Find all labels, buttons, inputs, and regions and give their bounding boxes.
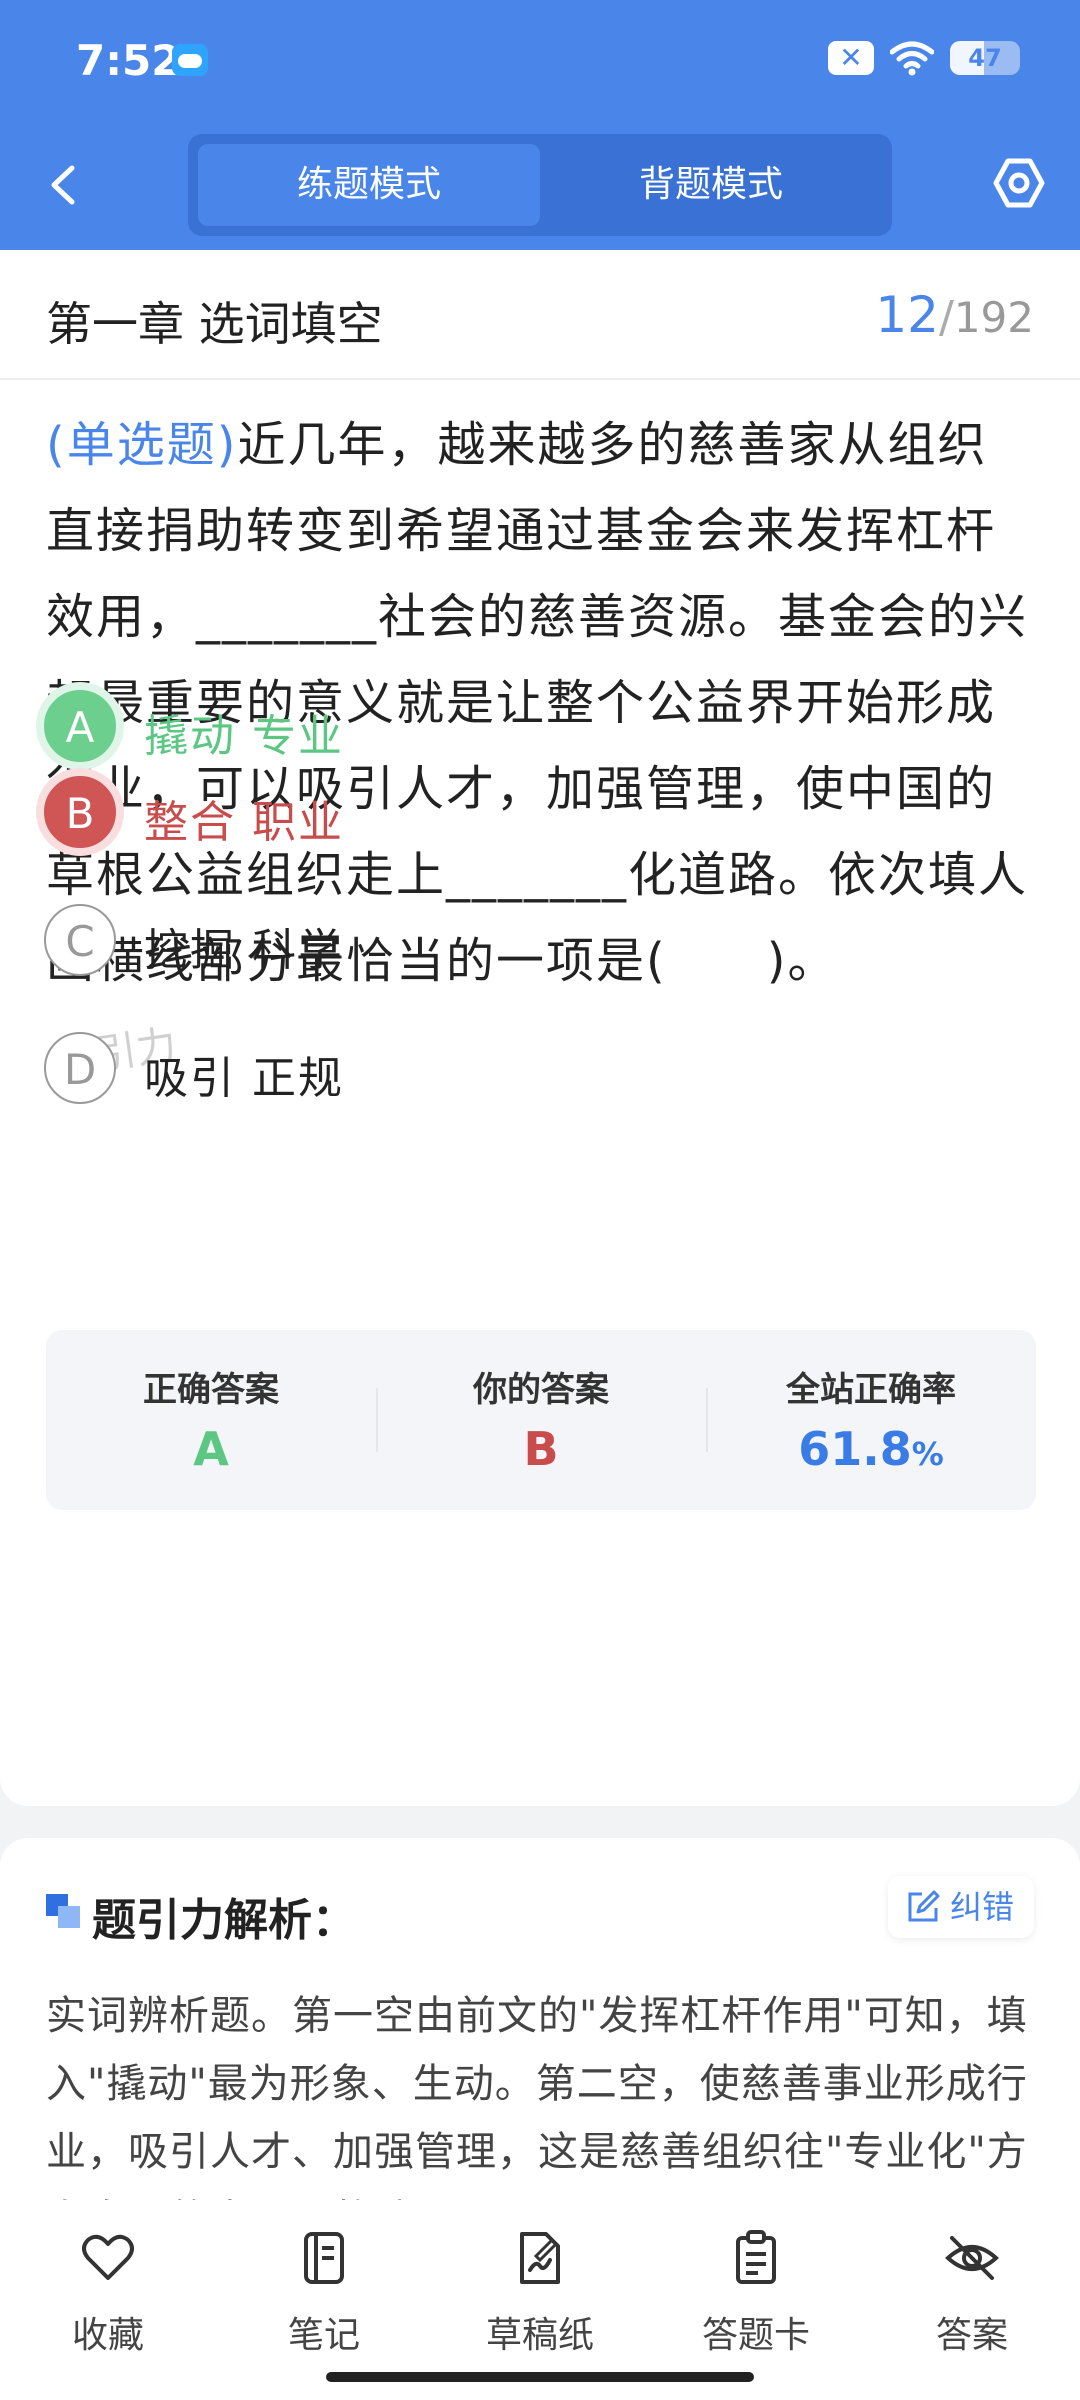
report-error-button[interactable]: 纠错 bbox=[887, 1876, 1034, 1938]
eye-off-icon bbox=[945, 2236, 999, 2280]
result-summary: 正确答案 A 你的答案 B 全站正确率 61.8% bbox=[46, 1330, 1036, 1510]
your-answer-block: 你的答案 B bbox=[376, 1330, 706, 1510]
accuracy-value: 61.8% bbox=[706, 1422, 1036, 1476]
nav-answer[interactable]: 答案 bbox=[864, 2230, 1080, 2360]
progress-total: 192 bbox=[953, 293, 1034, 342]
report-error-label: 纠错 bbox=[949, 1888, 1014, 1926]
analysis-title: 题引力解析： bbox=[92, 1895, 356, 1946]
option-c[interactable]: C 挖掘 科学 bbox=[44, 904, 844, 980]
nav-answer-sheet[interactable]: 答题卡 bbox=[648, 2230, 864, 2360]
chapter-row: 第一章 选词填空 12/192 bbox=[0, 250, 1080, 380]
option-a-text: 撬动 专业 bbox=[144, 711, 344, 762]
question-card: 第一章 选词填空 12/192 (单选题)近几年，越来越多的慈善家从组织直接捐助… bbox=[0, 250, 1080, 1806]
your-answer-label: 你的答案 bbox=[473, 1370, 609, 1410]
mode-switch: 练题模式 背题模式 bbox=[188, 134, 892, 236]
home-indicator[interactable] bbox=[326, 2372, 754, 2382]
accuracy-block: 全站正确率 61.8% bbox=[706, 1330, 1036, 1510]
option-b[interactable]: B 整合 职业 bbox=[44, 776, 844, 852]
edit-icon bbox=[908, 1890, 940, 1922]
battery-level: 47 bbox=[968, 44, 1002, 72]
tab-memorize-mode[interactable]: 背题模式 bbox=[540, 144, 882, 226]
analysis-card: 题引力解析： 纠错 实词辨析题。第一空由前文的"发挥杠杆作用"可知，填入"撬动"… bbox=[0, 1838, 1080, 2238]
notebook-icon bbox=[304, 2232, 344, 2284]
option-b-text: 整合 职业 bbox=[144, 797, 344, 848]
progress-separator: / bbox=[939, 292, 954, 343]
correct-answer-value: A bbox=[193, 1422, 229, 1476]
progress-current: 12 bbox=[875, 286, 939, 344]
accuracy-label: 全站正确率 bbox=[786, 1370, 956, 1410]
notification-x-icon: ✕ bbox=[828, 41, 874, 75]
option-a-letter: A bbox=[44, 690, 116, 762]
question-progress: 12/192 bbox=[875, 286, 1034, 344]
battery-icon: 47 bbox=[950, 41, 1020, 75]
nav-favorite[interactable]: 收藏 bbox=[0, 2230, 216, 2360]
option-c-letter: C bbox=[44, 904, 116, 976]
analysis-icon bbox=[46, 1894, 80, 1928]
your-answer-value: B bbox=[523, 1422, 559, 1476]
app-header: 7:52 ✕ 47 练题模式 背题模式 bbox=[0, 0, 1080, 250]
wifi-icon bbox=[890, 41, 934, 76]
option-b-letter: B bbox=[44, 776, 116, 848]
weather-icon bbox=[172, 44, 208, 76]
status-time: 7:52 bbox=[76, 36, 181, 85]
option-d-text: 吸引 正规 bbox=[144, 1053, 344, 1104]
back-arrow-icon[interactable] bbox=[40, 160, 90, 210]
correct-answer-block: 正确答案 A bbox=[46, 1330, 376, 1510]
status-icons: ✕ 47 bbox=[828, 40, 1020, 76]
nav-answer-sheet-label: 答题卡 bbox=[701, 2315, 810, 2356]
bottom-nav: 收藏 笔记 草稿纸 答题卡 答案 bbox=[0, 2200, 1080, 2400]
nav-draft-label: 草稿纸 bbox=[485, 2315, 594, 2356]
heart-icon bbox=[82, 2234, 134, 2280]
option-a[interactable]: A 撬动 专业 bbox=[44, 690, 844, 766]
nav-answer-label: 答案 bbox=[935, 2315, 1008, 2356]
option-c-text: 挖掘 科学 bbox=[144, 925, 344, 976]
clipboard-icon bbox=[736, 2230, 776, 2284]
draft-icon bbox=[520, 2232, 560, 2284]
nav-favorite-label: 收藏 bbox=[71, 2315, 144, 2356]
nav-draft[interactable]: 草稿纸 bbox=[432, 2230, 648, 2360]
accuracy-number: 61.8 bbox=[798, 1422, 912, 1476]
tab-practice-mode[interactable]: 练题模式 bbox=[198, 144, 540, 226]
option-d-letter: D bbox=[44, 1032, 116, 1104]
accuracy-unit: % bbox=[911, 1435, 944, 1473]
correct-answer-label: 正确答案 bbox=[143, 1370, 279, 1410]
option-d[interactable]: D 吸引 正规 bbox=[44, 1032, 844, 1108]
nav-notes-label: 笔记 bbox=[287, 2315, 360, 2356]
settings-icon[interactable] bbox=[992, 156, 1046, 210]
nav-notes[interactable]: 笔记 bbox=[216, 2230, 432, 2360]
question-type-tag: (单选题) bbox=[46, 417, 238, 473]
chapter-title: 第一章 选词填空 bbox=[46, 297, 383, 351]
